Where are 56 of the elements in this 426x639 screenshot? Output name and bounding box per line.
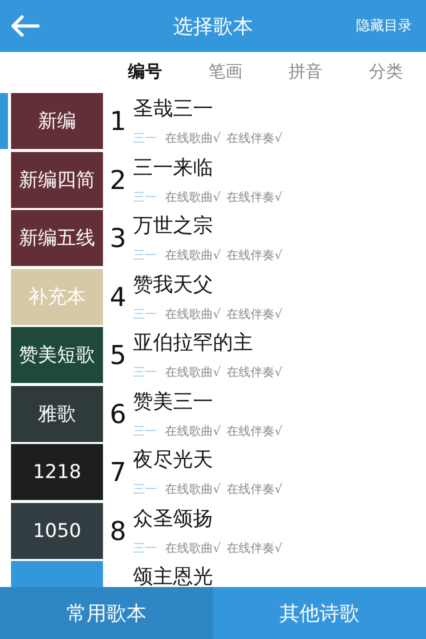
selection-indicator — [0, 93, 8, 149]
online-accompaniment-status: 在线伴奏√ — [226, 481, 282, 498]
song-number: 1 — [110, 107, 126, 138]
online-accompaniment-status: 在线伴奏√ — [226, 540, 282, 556]
song-title[interactable]: 众圣颂扬 — [133, 504, 282, 530]
song-number: 3 — [110, 224, 126, 254]
song-category: 三一 — [133, 422, 157, 440]
songbook-tile[interactable]: 新编五线 — [11, 210, 103, 266]
page-title: 选择歌本 — [173, 12, 253, 40]
songbook-tile[interactable]: 赞美短歌 — [11, 327, 103, 383]
song-title[interactable]: 圣哉三一 — [133, 95, 282, 121]
song-title[interactable]: 万世之宗 — [133, 212, 282, 238]
bottom-tab[interactable]: 常用歌本 — [0, 587, 213, 639]
song-title[interactable]: 赞美三一 — [133, 388, 282, 414]
online-accompaniment-status: 在线伴奏√ — [226, 130, 282, 147]
song-number: 6 — [110, 400, 126, 430]
online-accompaniment-status: 在线伴奏√ — [226, 306, 282, 322]
song-title[interactable]: 三一来临 — [133, 154, 282, 180]
online-song-status: 在线歌曲√ — [165, 130, 221, 147]
songbook-tile[interactable]: 雅歌 — [11, 386, 103, 442]
song-category: 三一 — [133, 364, 157, 381]
song-number: 7 — [110, 458, 126, 488]
sort-tab[interactable]: 编号 — [105, 52, 186, 90]
online-song-status: 在线歌曲√ — [165, 247, 221, 264]
song-category: 三一 — [133, 188, 157, 206]
online-song-status: 在线歌曲√ — [165, 306, 221, 322]
song-number: 5 — [110, 341, 126, 372]
online-accompaniment-status: 在线伴奏√ — [226, 247, 282, 264]
online-accompaniment-status: 在线伴奏√ — [226, 364, 282, 381]
online-song-status: 在线歌曲√ — [165, 481, 221, 498]
song-number: 2 — [110, 166, 126, 196]
back-arrow-icon — [10, 15, 40, 37]
sort-tab[interactable]: 分类 — [346, 52, 426, 90]
online-song-status: 在线歌曲√ — [165, 188, 221, 206]
song-category: 三一 — [133, 130, 157, 147]
song-number: 4 — [110, 282, 126, 313]
song-category: 三一 — [133, 481, 157, 498]
online-accompaniment-status: 在线伴奏√ — [226, 188, 282, 206]
sort-tab[interactable]: 拼音 — [266, 52, 346, 90]
songbook-tile[interactable]: 新编 — [11, 93, 103, 149]
online-song-status: 在线歌曲√ — [165, 422, 221, 440]
songbook-tile[interactable]: 新编四简 — [11, 152, 103, 208]
song-number: 8 — [110, 516, 126, 547]
online-song-status: 在线歌曲√ — [165, 540, 221, 556]
online-accompaniment-status: 在线伴奏√ — [226, 422, 282, 440]
song-category: 三一 — [133, 540, 157, 556]
song-title[interactable]: 颂主恩光 — [133, 563, 213, 587]
song-title[interactable]: 赞我天父 — [133, 270, 282, 296]
sort-tab[interactable]: 笔画 — [185, 52, 266, 90]
song-title[interactable]: 夜尽光天 — [133, 446, 282, 472]
song-title[interactable]: 亚伯拉罕的主 — [133, 329, 282, 355]
songbook-tile[interactable]: 1050 — [11, 502, 103, 558]
songbook-tile[interactable]: 1218 — [11, 444, 103, 500]
song-category: 三一 — [133, 306, 157, 322]
song-category: 三一 — [133, 247, 157, 264]
online-song-status: 在线歌曲√ — [165, 364, 221, 381]
